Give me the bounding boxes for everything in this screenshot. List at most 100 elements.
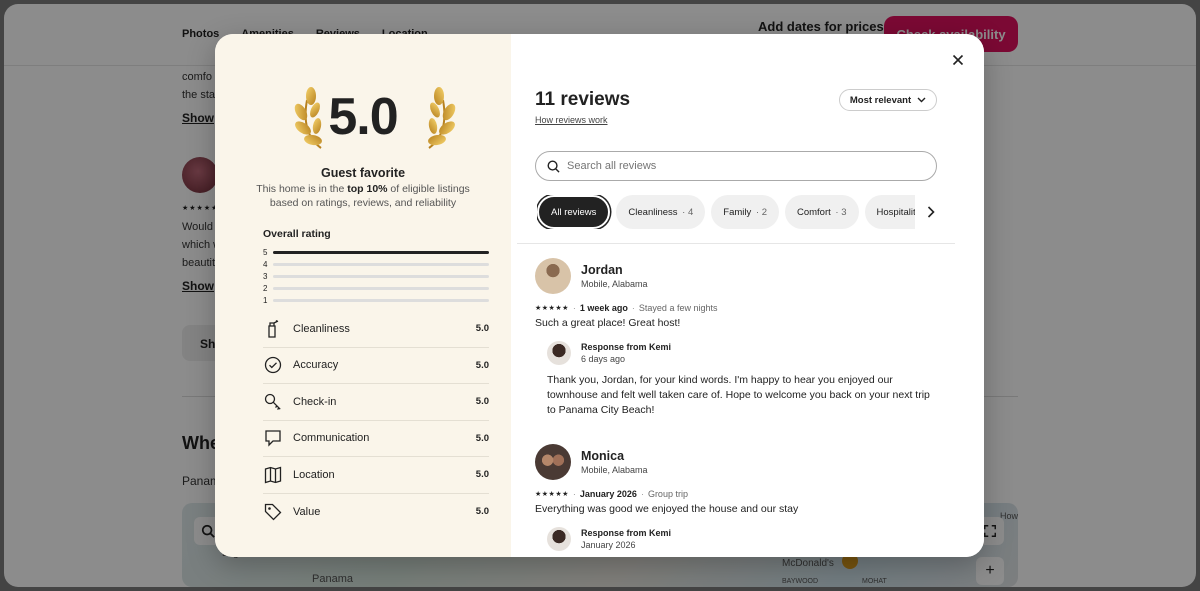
host-response: Response from Kemi January 2026 [547, 527, 935, 551]
overall-score: 5.0 [328, 88, 398, 146]
reviewer-location: Mobile, Alabama [581, 465, 648, 475]
rating-bar-label: 5 [263, 247, 268, 257]
reviews-count-title: 11 reviews [535, 89, 631, 110]
separator: · [631, 303, 635, 313]
reviews-modal: 5.0 Guest favorite This home is in the t… [215, 34, 984, 557]
category-row-communication: Communication 5.0 [263, 421, 489, 457]
response-text: Thank you, Jordan, for your kind words. … [547, 374, 930, 416]
category-row-cleanliness: Cleanliness 5.0 [263, 311, 489, 348]
chip-all-reviews[interactable]: All reviews [537, 195, 611, 229]
search-icon [547, 160, 560, 173]
category-row-location: Location 5.0 [263, 457, 489, 494]
rating-bar-row: 3 [263, 270, 489, 282]
review-item: Jordan Mobile, Alabama ★★★★★ · 1 week ag… [535, 258, 935, 418]
chip-label: Cleanliness [628, 206, 678, 218]
category-label: Location [293, 468, 335, 481]
review-date: 1 week ago [579, 303, 628, 313]
chip-label: All reviews [551, 206, 597, 218]
chip-label: Family [723, 206, 752, 218]
review-meta: ★★★★★ · 1 week ago · Stayed a few nights [535, 303, 935, 313]
avatar[interactable] [535, 258, 571, 294]
chip-cleanliness[interactable]: Cleanliness · 4 [616, 195, 706, 229]
category-label: Cleanliness [293, 322, 350, 335]
rating-bar-track [273, 286, 489, 290]
divider [517, 243, 955, 244]
star-rating: ★★★★★ [535, 305, 569, 312]
category-score: 5.0 [475, 323, 489, 335]
sort-dropdown-label: Most relevant [849, 94, 912, 106]
rating-bar-fill [273, 250, 489, 254]
category-ratings: Cleanliness 5.0 Accuracy 5.0 Check-in 5.… [263, 311, 489, 530]
review-header: Monica Mobile, Alabama [535, 444, 935, 480]
chip-count: · 2 [755, 206, 767, 218]
category-row-accuracy: Accuracy 5.0 [263, 348, 489, 384]
reviewer-info: Monica Mobile, Alabama [581, 449, 648, 475]
rating-bar-row: 5 [263, 246, 489, 258]
chip-label: Hospitality [876, 206, 915, 218]
review-date: January 2026 [579, 489, 637, 499]
search-reviews-input[interactable] [567, 160, 927, 172]
category-label: Value [293, 505, 321, 518]
rating-distribution: 5 4 3 2 1 [263, 246, 489, 306]
review-text: Such a great place! Great host! [535, 317, 681, 329]
category-score: 5.0 [475, 469, 489, 481]
avatar[interactable] [535, 444, 571, 480]
chip-family[interactable]: Family · 2 [711, 195, 779, 229]
sort-dropdown[interactable]: Most relevant [839, 89, 937, 111]
host-response-header: Response from Kemi January 2026 [547, 527, 935, 551]
separator: · [572, 303, 576, 313]
rating-bar-track [273, 274, 489, 278]
chat-bubble-icon [263, 428, 283, 448]
rating-bar-label: 3 [263, 271, 268, 281]
key-icon [263, 392, 283, 412]
host-response: Response from Kemi 6 days ago Thank you,… [547, 341, 935, 418]
close-icon[interactable] [946, 48, 970, 72]
stay-type: Group trip [647, 489, 688, 499]
review-item: Monica Mobile, Alabama ★★★★★ · January 2… [535, 444, 935, 551]
review-meta: ★★★★★ · January 2026 · Group trip [535, 489, 935, 499]
search-reviews-field[interactable] [535, 151, 937, 181]
reviewer-info: Jordan Mobile, Alabama [581, 263, 648, 289]
category-score: 5.0 [475, 506, 489, 518]
category-label: Accuracy [293, 359, 339, 372]
chip-hospitality[interactable]: Hospitality · 3 [864, 195, 915, 229]
review-header: Jordan Mobile, Alabama [535, 258, 935, 294]
rating-bar-row: 4 [263, 258, 489, 270]
chip-comfort[interactable]: Comfort · 3 [784, 195, 859, 229]
separator: · [572, 489, 576, 499]
category-score: 5.0 [475, 396, 489, 408]
separator: · [640, 489, 644, 499]
category-score: 5.0 [475, 432, 489, 444]
rating-bar-track [273, 250, 489, 254]
category-score: 5.0 [475, 359, 489, 371]
rating-bar-track [273, 298, 489, 302]
category-row-value: Value 5.0 [263, 494, 489, 531]
review-text: Everything was good we enjoyed the house… [535, 503, 799, 515]
rating-bar-row: 1 [263, 294, 489, 306]
stay-type: Stayed a few nights [638, 303, 718, 313]
host-response-info: Response from Kemi January 2026 [581, 528, 671, 550]
rating-bar-label: 2 [263, 283, 268, 293]
tag-icon [263, 502, 283, 522]
reviewer-name: Jordan [581, 263, 623, 277]
category-row-check-in: Check-in 5.0 [263, 384, 489, 421]
rating-bar-label: 4 [263, 259, 268, 269]
guest-favorite-description: This home is in the top 10% of eligible … [253, 182, 473, 210]
category-label: Check-in [293, 395, 337, 408]
rating-summary-pane: 5.0 Guest favorite This home is in the t… [215, 34, 511, 557]
chevron-down-icon [917, 97, 926, 103]
spray-bottle-icon [263, 319, 283, 339]
chip-count: · 3 [835, 206, 847, 218]
avatar [547, 341, 571, 365]
how-reviews-work-link[interactable]: How reviews work [535, 115, 608, 125]
rating-bar-track [273, 262, 489, 266]
chevron-right-icon[interactable] [923, 204, 939, 220]
host-response-info: Response from Kemi 6 days ago [581, 342, 671, 364]
reviewer-location: Mobile, Alabama [581, 279, 648, 289]
response-date: 6 days ago [581, 354, 626, 364]
map-icon [263, 465, 283, 485]
response-from: Response from Kemi [581, 342, 672, 352]
chip-count: · 4 [682, 206, 694, 218]
guest-favorite-title: Guest favorite [320, 166, 406, 180]
chip-label: Comfort [796, 206, 831, 218]
